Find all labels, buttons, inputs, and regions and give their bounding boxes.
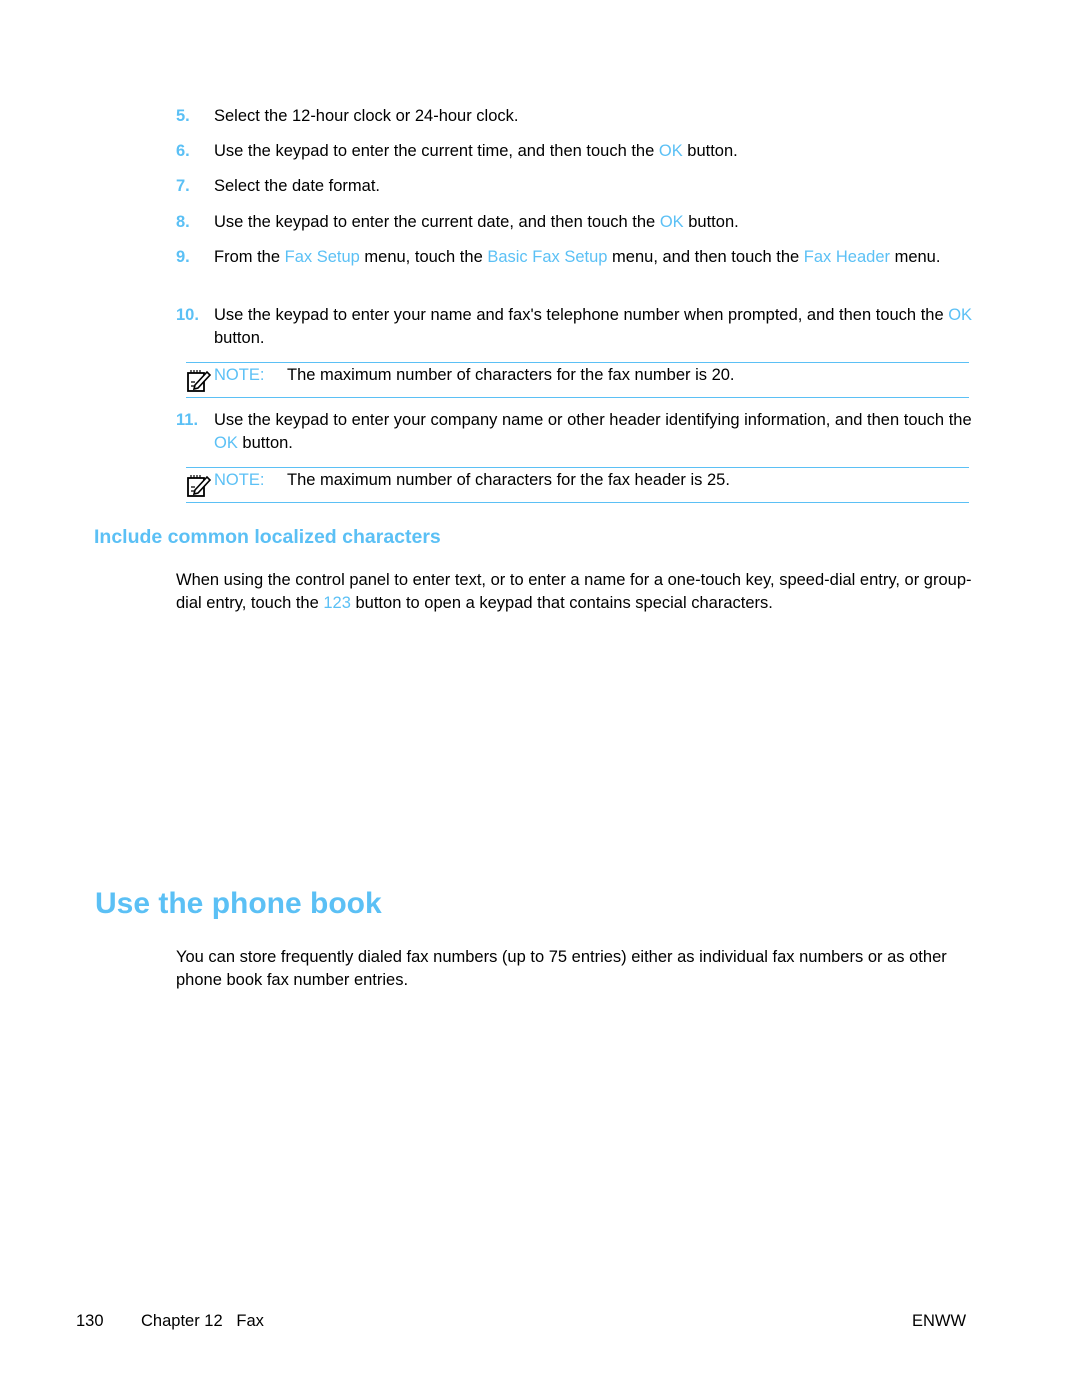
step-text: Use the keypad to enter your name and fa… xyxy=(214,304,976,350)
note-text: The maximum number of characters for the… xyxy=(287,471,730,489)
text-run: Use the keypad to enter your name and fa… xyxy=(214,306,949,324)
step-7: 7. Select the date format. xyxy=(176,175,976,198)
step-text: Use the keypad to enter the current date… xyxy=(214,211,976,234)
step-number: 8. xyxy=(176,213,190,231)
step-number: 10. xyxy=(176,306,199,324)
ui-term-basic-fax-setup: Basic Fax Setup xyxy=(487,248,608,266)
step-9: 9. From the Fax Setup menu, touch the Ba… xyxy=(176,246,976,269)
section-paragraph: When using the control panel to enter te… xyxy=(176,569,976,615)
ui-term-ok: OK xyxy=(214,434,238,452)
page-number: 130 xyxy=(76,1312,104,1330)
text-run: button to open a keypad that contains sp… xyxy=(350,594,773,612)
chapter-label: Chapter 12 Fax xyxy=(141,1312,264,1330)
phone-book-paragraph: You can store frequently dialed fax numb… xyxy=(176,948,947,989)
note-pencil-icon xyxy=(187,475,212,497)
text-run: Use the keypad to enter your company nam… xyxy=(214,411,972,429)
step-number: 7. xyxy=(176,177,190,195)
text-run: button. xyxy=(683,213,739,231)
step-8: 8. Use the keypad to enter the current d… xyxy=(176,211,976,234)
text-run: Use the keypad to enter the current time… xyxy=(214,142,659,160)
section-heading: Include common localized characters xyxy=(94,526,441,548)
note-label: NOTE: xyxy=(214,471,265,489)
ui-term-ok: OK xyxy=(948,306,973,324)
note-fax-header: NOTE: The maximum number of characters f… xyxy=(186,467,969,503)
note-pencil-icon xyxy=(187,370,212,392)
text-run: button. xyxy=(682,142,738,160)
ui-term-fax-setup: Fax Setup xyxy=(284,248,360,266)
step-number: 5. xyxy=(176,107,190,125)
step-10: 10. Use the keypad to enter your name an… xyxy=(176,304,976,350)
note-text: The maximum number of characters for the… xyxy=(287,366,735,384)
step-5: 5. Select the 12-hour clock or 24-hour c… xyxy=(176,105,976,128)
step-text: Select the date format. xyxy=(214,177,381,195)
note-fax-number: NOTE: The maximum number of characters f… xyxy=(186,362,969,398)
page-heading: Use the phone book xyxy=(95,887,382,920)
step-11: 11. Use the keypad to enter your company… xyxy=(176,409,976,455)
note-label: NOTE: xyxy=(214,366,265,384)
step-number: 6. xyxy=(176,142,190,160)
ui-term-fax-header: Fax Header xyxy=(803,248,890,266)
step-number: 11. xyxy=(176,411,199,429)
ui-term-ok: OK xyxy=(659,213,684,231)
ui-term-ok: OK xyxy=(658,142,683,160)
locale-code: ENWW xyxy=(912,1312,967,1330)
text-run: menu, and then touch the xyxy=(607,248,804,266)
ui-term-123: 123 xyxy=(323,594,351,612)
text-run: menu, touch the xyxy=(359,248,488,266)
step-text: From the Fax Setup menu, touch the Basic… xyxy=(214,246,976,269)
step-text: Use the keypad to enter the current time… xyxy=(214,140,976,163)
text-run: button. xyxy=(214,329,265,347)
text-run: From the xyxy=(214,248,285,266)
text-run: menu. xyxy=(890,248,941,266)
step-text: Use the keypad to enter your company nam… xyxy=(214,409,976,455)
step-6: 6. Use the keypad to enter the current t… xyxy=(176,140,976,163)
text-run: button. xyxy=(237,434,293,452)
step-text: Select the 12-hour clock or 24-hour cloc… xyxy=(214,107,519,125)
text-run: Use the keypad to enter the current date… xyxy=(214,213,660,231)
step-number: 9. xyxy=(176,248,190,266)
